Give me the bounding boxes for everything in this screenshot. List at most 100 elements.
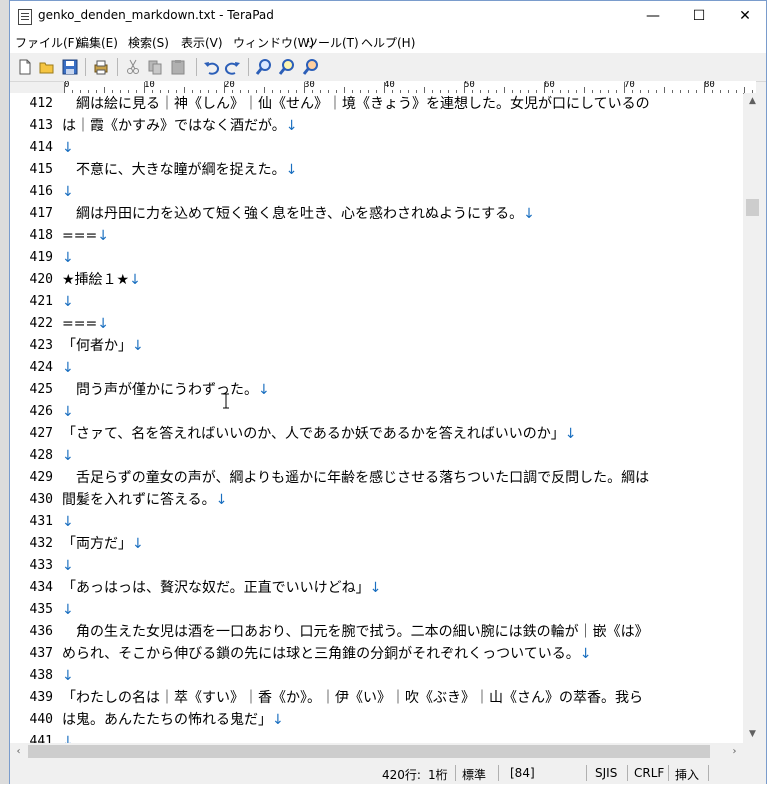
title-bar[interactable]: genko_denden_markdown.txt - TeraPad — ☐ … <box>10 1 766 31</box>
editor-line[interactable]: 431 ↓ <box>10 511 743 533</box>
editor-line[interactable]: 428 ↓ <box>10 445 743 467</box>
scroll-up-arrow-icon[interactable]: ▲ <box>744 93 761 110</box>
line-break-mark: ↓ <box>97 228 109 244</box>
menu-view[interactable]: 表示(V) <box>181 34 223 51</box>
horizontal-scroll-thumb[interactable] <box>28 745 710 758</box>
editor-line[interactable]: 414 ↓ <box>10 137 743 159</box>
editor-line[interactable]: 417 綱は丹田に力を込めて短く強く息を吐き、心を惑わされぬようにする。↓ <box>10 203 743 225</box>
menu-help[interactable]: ヘルプ(H) <box>361 34 415 51</box>
paste-icon[interactable] <box>169 58 187 76</box>
editor-line[interactable]: 416 ↓ <box>10 181 743 203</box>
status-insert-mode[interactable]: 挿入 <box>675 766 699 783</box>
line-content: は鬼。あんたたちの怖れる鬼だ」 <box>62 712 272 728</box>
line-content: 綱は絵に見る｜神《しん》｜仙《せん》｜境《きょう》を連想した。女児が口にしている… <box>62 96 650 112</box>
menu-edit[interactable]: 編集(E) <box>77 34 118 51</box>
copy-icon[interactable] <box>146 58 164 76</box>
undo-icon[interactable] <box>202 58 220 76</box>
minimize-button[interactable]: — <box>630 1 676 31</box>
ruler-tick <box>384 82 385 93</box>
editor-line[interactable]: 415 不意に、大きな瞳が綱を捉えた。↓ <box>10 159 743 181</box>
editor-line[interactable]: 437 められ、そこから伸びる鎖の先には球と三角錐の分銅がそれぞれくっついている。… <box>10 643 743 665</box>
ruler-label: 50 <box>464 81 475 90</box>
new-icon[interactable] <box>16 58 34 76</box>
ruler-tick <box>464 82 465 93</box>
editor-line[interactable]: 436 角の生えた女児は酒を一口あおり、口元を腕で拭う。二本の細い腕には鉄の輪が… <box>10 621 743 643</box>
editor-line[interactable]: 422 ===↓ <box>10 313 743 335</box>
line-number: 415 <box>29 162 53 177</box>
line-break-mark: ↓ <box>132 536 144 552</box>
open-icon[interactable] <box>38 58 56 76</box>
line-break-mark: ↓ <box>258 382 270 398</box>
editor-line[interactable]: 424 ↓ <box>10 357 743 379</box>
status-encoding[interactable]: SJIS <box>595 766 617 780</box>
line-text: 綱は丹田に力を込めて短く強く息を吐き、心を惑わされぬようにする。↓ <box>62 203 535 225</box>
line-text: ↓ <box>62 665 74 687</box>
status-separator <box>586 765 587 781</box>
scroll-left-arrow-icon[interactable]: ‹ <box>10 743 27 760</box>
editor-line[interactable]: 427 「さァて、名を答えればいいのか、人であるか妖であるかを答えればいいのか」↓ <box>10 423 743 445</box>
print-icon[interactable] <box>92 58 110 76</box>
toolbar-separator <box>85 58 86 76</box>
editor-line[interactable]: 412 綱は絵に見る｜神《しん》｜仙《せん》｜境《きょう》を連想した。女児が口に… <box>10 93 743 115</box>
editor-line[interactable]: 418 ===↓ <box>10 225 743 247</box>
editor-line[interactable]: 429 舌足らずの童女の声が、綱よりも遥かに年齢を感じさせる落ちついた口調で反問… <box>10 467 743 489</box>
window-title: genko_denden_markdown.txt - TeraPad <box>38 8 274 22</box>
editor-line[interactable]: 435 ↓ <box>10 599 743 621</box>
menu-search[interactable]: 検索(S) <box>128 34 169 51</box>
line-content: 角の生えた女児は酒を一口あおり、口元を腕で拭う。二本の細い腕には鉄の輪が｜嵌《は… <box>62 624 649 640</box>
vertical-scroll-thumb[interactable] <box>746 199 759 216</box>
scroll-right-arrow-icon[interactable]: › <box>726 743 743 760</box>
editor-line[interactable]: 440 は鬼。あんたたちの怖れる鬼だ」↓ <box>10 709 743 731</box>
status-separator <box>668 765 669 781</box>
line-break-mark: ↓ <box>523 206 535 222</box>
horizontal-scrollbar[interactable]: ‹ › <box>10 743 743 760</box>
vertical-scrollbar[interactable]: ▲ ▼ <box>744 93 761 743</box>
ruler-tick <box>64 82 65 93</box>
line-break-mark: ↓ <box>62 448 74 464</box>
find-next-icon[interactable] <box>278 58 296 76</box>
editor-line[interactable]: 425 問う声が僅かにうわずった。↓ <box>10 379 743 401</box>
cut-icon[interactable] <box>124 58 142 76</box>
line-text: ↓ <box>62 731 74 743</box>
editor-line[interactable]: 439 「わたしの名は｜萃《すい》｜香《か》。｜伊《い》｜吹《ぶき》｜山《さん》の… <box>10 687 743 709</box>
editor-line[interactable]: 433 ↓ <box>10 555 743 577</box>
terapad-window: genko_denden_markdown.txt - TeraPad — ☐ … <box>0 0 770 789</box>
ruler-label: 60 <box>544 81 555 90</box>
editor-line[interactable]: 423 「何者か」↓ <box>10 335 743 357</box>
editor-line[interactable]: 420 ★挿絵１★↓ <box>10 269 743 291</box>
editor-line[interactable]: 430 間髪を入れずに答える。↓ <box>10 489 743 511</box>
status-separator <box>708 765 709 781</box>
editor-line[interactable]: 426 ↓ <box>10 401 743 423</box>
editor-line[interactable]: 434 「あっはっは、贅沢な奴だ。正直でいいけどね」↓ <box>10 577 743 599</box>
menu-tools[interactable]: ツール(T) <box>306 34 359 51</box>
find-prev-icon[interactable] <box>302 58 320 76</box>
close-button[interactable]: ✕ <box>722 1 768 31</box>
editor-line[interactable]: 438 ↓ <box>10 665 743 687</box>
editor-line[interactable]: 413 は｜霞《かすみ》ではなく酒だが。↓ <box>10 115 743 137</box>
editor-line[interactable]: 419 ↓ <box>10 247 743 269</box>
line-text: 舌足らずの童女の声が、綱よりも遥かに年齢を感じさせる落ちついた口調で反問した。綱… <box>62 467 649 489</box>
editor-line[interactable]: 421 ↓ <box>10 291 743 313</box>
line-number: 413 <box>29 118 53 133</box>
menu-window[interactable]: ウィンドウ(W) <box>233 34 314 51</box>
ruler-tick <box>224 82 225 93</box>
toolbar-separator <box>117 58 118 76</box>
line-break-mark: ↓ <box>285 162 298 178</box>
line-break-mark: ↓ <box>215 492 228 508</box>
editor-line[interactable]: 441 ↓ <box>10 731 743 743</box>
line-number: 433 <box>29 558 53 573</box>
line-break-mark: ↓ <box>62 602 74 618</box>
text-editor[interactable]: 412 綱は絵に見る｜神《しん》｜仙《せん》｜境《きょう》を連想した。女児が口に… <box>10 93 743 743</box>
line-break-mark: ↓ <box>97 316 109 332</box>
line-text: ↓ <box>62 401 74 423</box>
line-number: 428 <box>29 448 53 463</box>
menu-file[interactable]: ファイル(F) <box>15 34 79 51</box>
redo-icon[interactable] <box>224 58 242 76</box>
find-icon[interactable] <box>255 58 273 76</box>
scroll-down-arrow-icon[interactable]: ▼ <box>744 726 761 743</box>
editor-line[interactable]: 432 「両方だ」↓ <box>10 533 743 555</box>
status-linebreak[interactable]: CRLF <box>634 766 664 780</box>
save-icon[interactable] <box>61 58 79 76</box>
menu-bar: ファイル(F) 編集(E) 検索(S) 表示(V) ウィンドウ(W) ツール(T… <box>10 31 766 53</box>
maximize-button[interactable]: ☐ <box>676 1 722 31</box>
